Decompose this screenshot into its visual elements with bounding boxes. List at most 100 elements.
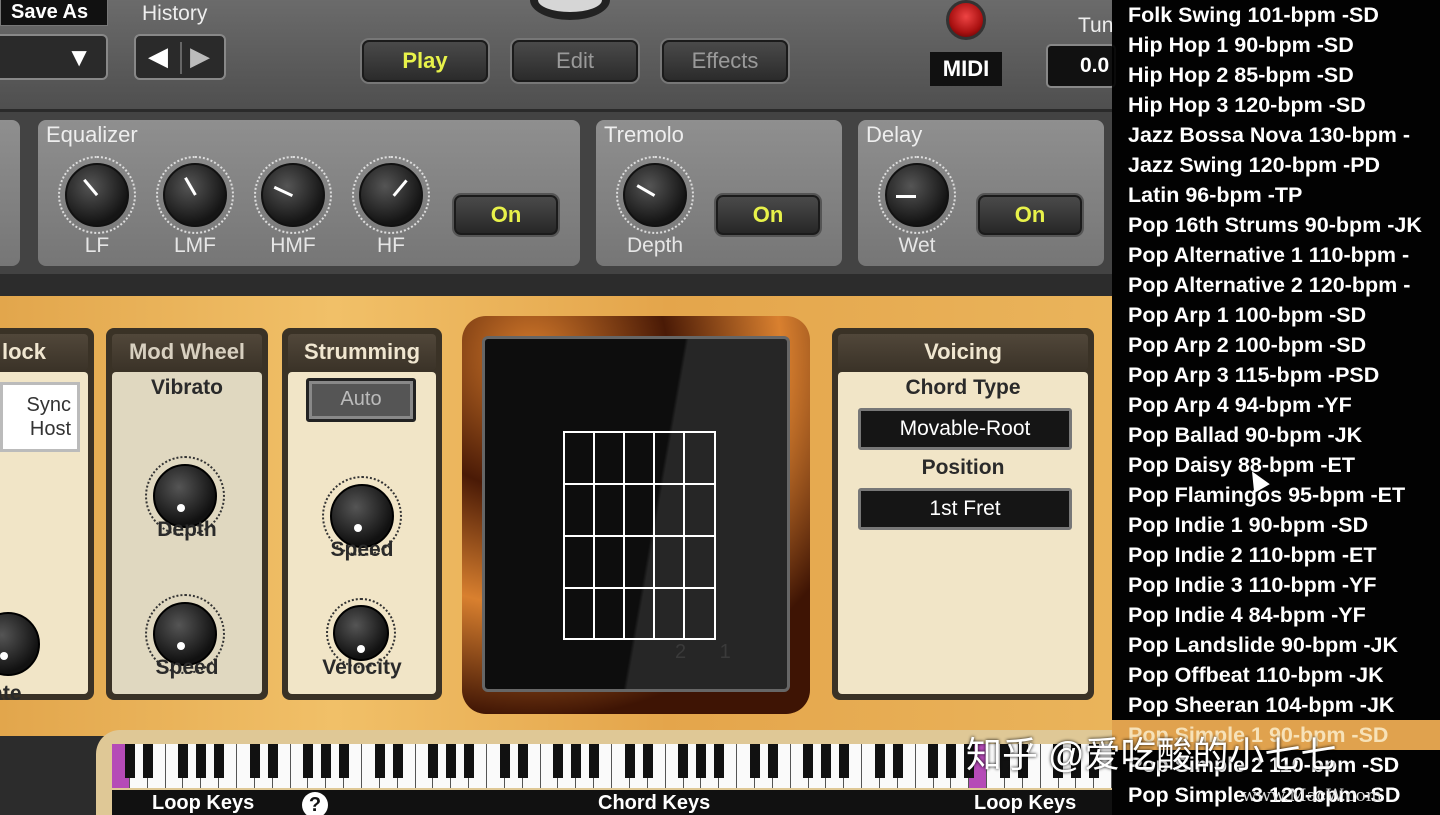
black-key[interactable]	[571, 744, 582, 778]
style-dropdown-list[interactable]: Folk Swing 101-bpm -SD Hip Hop 1 90-bpm -…	[1112, 0, 1440, 815]
lmf-knob[interactable]	[163, 163, 227, 227]
style-list-item[interactable]: Hip Hop 2 85-bpm -SD	[1112, 60, 1440, 90]
black-key[interactable]	[696, 744, 707, 778]
style-list-item[interactable]: Pop Flamingos 95-bpm -ET	[1112, 480, 1440, 510]
master-knob[interactable]	[530, 0, 610, 20]
top-toolbar: Save As History ▼ ◀ ▶ Play Edit Effects …	[0, 0, 1116, 112]
effects-tab[interactable]: Effects	[662, 40, 788, 82]
style-list-item[interactable]: Pop Arp 3 115-bpm -PSD	[1112, 360, 1440, 390]
black-key[interactable]	[428, 744, 439, 778]
black-key[interactable]	[392, 744, 403, 778]
history-forward-icon[interactable]: ▶	[190, 41, 210, 72]
style-list-item[interactable]: Pop Offbeat 110-bpm -JK	[1112, 660, 1440, 690]
preset-dropdown[interactable]: ▼	[0, 34, 108, 80]
black-key[interactable]	[196, 744, 207, 778]
black-key[interactable]	[767, 744, 778, 778]
hmf-label: HMF	[270, 234, 316, 257]
style-list-item[interactable]: Pop Daisy 88-bpm -ET	[1112, 450, 1440, 480]
piano-keyboard[interactable]	[112, 744, 1113, 788]
rate-label: Rate	[0, 682, 22, 705]
black-key[interactable]	[589, 744, 600, 778]
tremolo-depth-label: Depth	[626, 234, 684, 257]
tremolo-title: Tremolo	[604, 122, 684, 147]
voicing-module: Voicing Chord Type Movable-Root Position…	[832, 328, 1094, 700]
black-key[interactable]	[553, 744, 564, 778]
black-key[interactable]	[267, 744, 278, 778]
black-key[interactable]	[499, 744, 510, 778]
black-key[interactable]	[874, 744, 885, 778]
black-key[interactable]	[178, 744, 189, 778]
black-key[interactable]	[803, 744, 814, 778]
play-tab[interactable]: Play	[362, 40, 488, 82]
strumming-body: Auto Speed Velocity	[288, 372, 436, 694]
strum-velocity-knob[interactable]	[333, 605, 389, 661]
style-list-item[interactable]: Pop Indie 3 110-bpm -YF	[1112, 570, 1440, 600]
style-list-item[interactable]: Jazz Swing 120-bpm -PD	[1112, 150, 1440, 180]
style-list-item[interactable]: Pop Alternative 2 120-bpm -	[1112, 270, 1440, 300]
strumming-title: Strumming	[288, 334, 436, 370]
divider	[180, 42, 182, 74]
black-key[interactable]	[142, 744, 153, 778]
equalizer-on-button[interactable]: On	[454, 195, 558, 235]
black-key[interactable]	[446, 744, 457, 778]
black-key[interactable]	[892, 744, 903, 778]
style-list-item[interactable]: Pop Indie 2 110-bpm -ET	[1112, 540, 1440, 570]
position-select[interactable]: 1st Fret	[858, 488, 1072, 530]
black-key[interactable]	[749, 744, 760, 778]
help-icon[interactable]: ?	[302, 792, 328, 815]
vibrato-label: Vibrato	[151, 376, 223, 399]
style-list-item[interactable]: Pop Alternative 1 110-bpm -	[1112, 240, 1440, 270]
chord-type-select[interactable]: Movable-Root	[858, 408, 1072, 450]
black-key[interactable]	[678, 744, 689, 778]
edit-tab[interactable]: Edit	[512, 40, 638, 82]
black-key[interactable]	[339, 744, 350, 778]
style-list-item[interactable]: Pop Landslide 90-bpm -JK	[1112, 630, 1440, 660]
black-key[interactable]	[946, 744, 957, 778]
lf-knob[interactable]	[65, 163, 129, 227]
delay-on-button[interactable]: On	[978, 195, 1082, 235]
chord-grid	[563, 431, 716, 640]
chevron-down-icon: ▼	[66, 42, 92, 72]
black-key[interactable]	[249, 744, 260, 778]
delay-wet-knob[interactable]	[885, 163, 949, 227]
black-key[interactable]	[124, 744, 135, 778]
black-key[interactable]	[821, 744, 832, 778]
tune-value[interactable]: 0.0	[1046, 44, 1116, 88]
style-list-item[interactable]: Pop 16th Strums 90-bpm -JK	[1112, 210, 1440, 240]
style-list-item[interactable]: Pop Indie 1 90-bpm -SD	[1112, 510, 1440, 540]
style-list-item[interactable]: Pop Arp 1 100-bpm -SD	[1112, 300, 1440, 330]
equalizer-title: Equalizer	[46, 122, 138, 147]
style-list-item[interactable]: Pop Sheeran 104-bpm -JK	[1112, 690, 1440, 720]
hf-knob[interactable]	[359, 163, 423, 227]
tremolo-on-button[interactable]: On	[716, 195, 820, 235]
black-key[interactable]	[642, 744, 653, 778]
style-list-item[interactable]: Jazz Bossa Nova 130-bpm -	[1112, 120, 1440, 150]
style-list-item[interactable]: Folk Swing 101-bpm -SD	[1112, 0, 1440, 30]
hmf-knob[interactable]	[261, 163, 325, 227]
style-list-item[interactable]: Hip Hop 3 120-bpm -SD	[1112, 90, 1440, 120]
save-as-button[interactable]: Save As	[0, 0, 108, 26]
style-list-item[interactable]: Latin 96-bpm -TP	[1112, 180, 1440, 210]
style-list-item[interactable]: Pop Arp 4 94-bpm -YF	[1112, 390, 1440, 420]
rate-knob[interactable]	[0, 612, 40, 676]
black-key[interactable]	[303, 744, 314, 778]
black-key[interactable]	[714, 744, 725, 778]
black-key[interactable]	[839, 744, 850, 778]
clock-module: lock Sync Host Rate	[0, 328, 94, 705]
black-key[interactable]	[321, 744, 332, 778]
history-back-icon[interactable]: ◀	[148, 41, 168, 72]
chord-diagram-screen[interactable]: 2 1	[482, 336, 790, 692]
style-list-item[interactable]: Pop Ballad 90-bpm -JK	[1112, 420, 1440, 450]
sync-host-toggle[interactable]: Sync Host	[0, 382, 80, 452]
black-key[interactable]	[517, 744, 528, 778]
black-key[interactable]	[374, 744, 385, 778]
style-list-item[interactable]: Pop Indie 4 84-bpm -YF	[1112, 600, 1440, 630]
auto-strum-button[interactable]: Auto	[306, 378, 416, 422]
style-list-item[interactable]: Hip Hop 1 90-bpm -SD	[1112, 30, 1440, 60]
black-key[interactable]	[928, 744, 939, 778]
black-key[interactable]	[624, 744, 635, 778]
black-key[interactable]	[464, 744, 475, 778]
tremolo-depth-knob[interactable]	[623, 163, 687, 227]
black-key[interactable]	[214, 744, 225, 778]
style-list-item[interactable]: Pop Arp 2 100-bpm -SD	[1112, 330, 1440, 360]
